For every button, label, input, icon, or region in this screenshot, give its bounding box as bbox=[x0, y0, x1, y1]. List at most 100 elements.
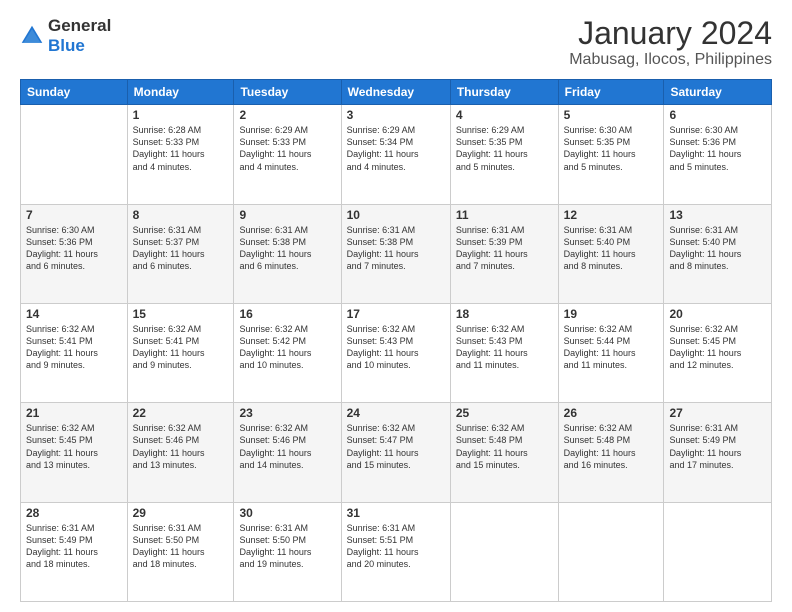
day-detail-line: Daylight: 11 hours bbox=[239, 148, 335, 160]
day-detail-line: Daylight: 11 hours bbox=[456, 248, 553, 260]
day-detail-line: Sunrise: 6:31 AM bbox=[347, 522, 445, 534]
day-detail-line: Sunset: 5:35 PM bbox=[456, 136, 553, 148]
day-detail-line: Sunset: 5:50 PM bbox=[133, 534, 229, 546]
day-detail-line: Sunrise: 6:29 AM bbox=[456, 124, 553, 136]
day-detail-line: Daylight: 11 hours bbox=[239, 248, 335, 260]
calendar-week-row: 1Sunrise: 6:28 AMSunset: 5:33 PMDaylight… bbox=[21, 105, 772, 204]
calendar-header-row: SundayMondayTuesdayWednesdayThursdayFrid… bbox=[21, 80, 772, 105]
day-detail-line: Sunset: 5:51 PM bbox=[347, 534, 445, 546]
day-number: 26 bbox=[564, 406, 659, 420]
day-detail-line: Daylight: 11 hours bbox=[564, 148, 659, 160]
day-number: 14 bbox=[26, 307, 122, 321]
day-detail-line: Sunrise: 6:31 AM bbox=[669, 224, 766, 236]
day-detail-line: and 10 minutes. bbox=[347, 359, 445, 371]
day-detail-line: Daylight: 11 hours bbox=[239, 347, 335, 359]
day-detail-line: Sunset: 5:41 PM bbox=[26, 335, 122, 347]
day-detail-line: Sunrise: 6:30 AM bbox=[26, 224, 122, 236]
day-detail-line: Sunset: 5:40 PM bbox=[564, 236, 659, 248]
day-detail-line: Sunset: 5:35 PM bbox=[564, 136, 659, 148]
calendar-cell bbox=[450, 502, 558, 601]
calendar-day-header: Thursday bbox=[450, 80, 558, 105]
calendar-cell bbox=[21, 105, 128, 204]
day-detail-line: Sunrise: 6:32 AM bbox=[347, 323, 445, 335]
day-detail-line: Sunrise: 6:32 AM bbox=[26, 422, 122, 434]
day-detail-line: and 4 minutes. bbox=[347, 161, 445, 173]
day-number: 17 bbox=[347, 307, 445, 321]
calendar-cell: 22Sunrise: 6:32 AMSunset: 5:46 PMDayligh… bbox=[127, 403, 234, 502]
calendar-cell: 25Sunrise: 6:32 AMSunset: 5:48 PMDayligh… bbox=[450, 403, 558, 502]
day-detail-line: and 5 minutes. bbox=[564, 161, 659, 173]
day-detail-line: Sunset: 5:42 PM bbox=[239, 335, 335, 347]
logo-general: General bbox=[48, 16, 111, 35]
day-detail-line: Sunrise: 6:32 AM bbox=[239, 422, 335, 434]
title-block: January 2024 Mabusag, Ilocos, Philippine… bbox=[569, 16, 772, 69]
day-detail-line: Sunset: 5:36 PM bbox=[669, 136, 766, 148]
day-number: 8 bbox=[133, 208, 229, 222]
day-detail-line: and 7 minutes. bbox=[456, 260, 553, 272]
day-detail-line: Daylight: 11 hours bbox=[133, 347, 229, 359]
day-detail-line: Sunset: 5:43 PM bbox=[347, 335, 445, 347]
day-detail-line: and 4 minutes. bbox=[239, 161, 335, 173]
calendar-cell bbox=[664, 502, 772, 601]
calendar-cell: 9Sunrise: 6:31 AMSunset: 5:38 PMDaylight… bbox=[234, 204, 341, 303]
calendar-day-header: Monday bbox=[127, 80, 234, 105]
calendar-cell: 15Sunrise: 6:32 AMSunset: 5:41 PMDayligh… bbox=[127, 303, 234, 402]
day-detail-line: Sunrise: 6:31 AM bbox=[564, 224, 659, 236]
day-detail-line: Sunset: 5:41 PM bbox=[133, 335, 229, 347]
day-detail-line: and 13 minutes. bbox=[26, 459, 122, 471]
day-detail-line: Daylight: 11 hours bbox=[669, 447, 766, 459]
calendar-cell: 31Sunrise: 6:31 AMSunset: 5:51 PMDayligh… bbox=[341, 502, 450, 601]
day-detail-line: and 8 minutes. bbox=[564, 260, 659, 272]
day-detail-line: Sunrise: 6:32 AM bbox=[669, 323, 766, 335]
day-detail-line: and 10 minutes. bbox=[239, 359, 335, 371]
calendar-week-row: 7Sunrise: 6:30 AMSunset: 5:36 PMDaylight… bbox=[21, 204, 772, 303]
day-number: 4 bbox=[456, 108, 553, 122]
day-detail-line: Daylight: 11 hours bbox=[456, 347, 553, 359]
day-number: 29 bbox=[133, 506, 229, 520]
day-detail-line: Daylight: 11 hours bbox=[564, 248, 659, 260]
day-detail-line: and 11 minutes. bbox=[456, 359, 553, 371]
day-detail-line: Daylight: 11 hours bbox=[26, 248, 122, 260]
day-detail-line: Sunrise: 6:31 AM bbox=[26, 522, 122, 534]
day-number: 9 bbox=[239, 208, 335, 222]
day-detail-line: Daylight: 11 hours bbox=[133, 248, 229, 260]
day-detail-line: and 13 minutes. bbox=[133, 459, 229, 471]
day-detail-line: and 5 minutes. bbox=[456, 161, 553, 173]
calendar-cell: 26 Sunrise: 6:32 AMSunset: 5:48 PMDayligh… bbox=[558, 403, 664, 502]
day-detail-line: and 12 minutes. bbox=[669, 359, 766, 371]
day-detail-line: Sunrise: 6:32 AM bbox=[456, 323, 553, 335]
day-number: 2 bbox=[239, 108, 335, 122]
calendar-cell: 18Sunrise: 6:32 AMSunset: 5:43 PMDayligh… bbox=[450, 303, 558, 402]
day-detail-line: Daylight: 11 hours bbox=[456, 148, 553, 160]
day-number: 30 bbox=[239, 506, 335, 520]
header: General Blue January 2024 Mabusag, Iloco… bbox=[20, 16, 772, 69]
day-detail-line: Daylight: 11 hours bbox=[564, 447, 659, 459]
day-detail-line: Sunrise: 6:31 AM bbox=[669, 422, 766, 434]
day-detail-line: Daylight: 11 hours bbox=[26, 347, 122, 359]
day-detail-line: and 6 minutes. bbox=[26, 260, 122, 272]
day-number: 5 bbox=[564, 108, 659, 122]
day-detail-line: and 9 minutes. bbox=[26, 359, 122, 371]
day-detail-line: Sunset: 5:33 PM bbox=[133, 136, 229, 148]
calendar-day-header: Sunday bbox=[21, 80, 128, 105]
calendar-title: January 2024 bbox=[569, 16, 772, 51]
day-detail-line: Daylight: 11 hours bbox=[669, 347, 766, 359]
day-detail-line: Sunrise: 6:28 AM bbox=[133, 124, 229, 136]
day-detail-line: Sunrise: 6:31 AM bbox=[347, 224, 445, 236]
calendar-cell: 2Sunrise: 6:29 AMSunset: 5:33 PMDaylight… bbox=[234, 105, 341, 204]
calendar-week-row: 28Sunrise: 6:31 AMSunset: 5:49 PMDayligh… bbox=[21, 502, 772, 601]
day-detail-line: Daylight: 11 hours bbox=[133, 546, 229, 558]
calendar-cell: 27Sunrise: 6:31 AMSunset: 5:49 PMDayligh… bbox=[664, 403, 772, 502]
day-detail-line: Sunset: 5:46 PM bbox=[239, 434, 335, 446]
day-detail-line: Sunrise: 6:32 AM bbox=[347, 422, 445, 434]
day-detail-line: Sunset: 5:50 PM bbox=[239, 534, 335, 546]
day-detail-line: and 18 minutes. bbox=[133, 558, 229, 570]
day-detail-line: Sunrise: 6:32 AM bbox=[564, 422, 659, 434]
calendar-cell: 1Sunrise: 6:28 AMSunset: 5:33 PMDaylight… bbox=[127, 105, 234, 204]
calendar-week-row: 14Sunrise: 6:32 AMSunset: 5:41 PMDayligh… bbox=[21, 303, 772, 402]
day-number: 31 bbox=[347, 506, 445, 520]
calendar-cell: 17Sunrise: 6:32 AMSunset: 5:43 PMDayligh… bbox=[341, 303, 450, 402]
day-detail-line: Sunset: 5:48 PM bbox=[564, 434, 659, 446]
day-detail-line: Sunrise: 6:32 AM bbox=[133, 422, 229, 434]
calendar-cell: 21Sunrise: 6:32 AMSunset: 5:45 PMDayligh… bbox=[21, 403, 128, 502]
